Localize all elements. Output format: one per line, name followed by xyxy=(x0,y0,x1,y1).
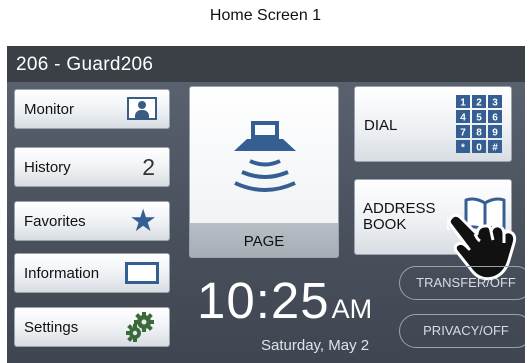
dial-label: DIAL xyxy=(364,117,398,134)
keypad-key-label: # xyxy=(492,143,498,154)
settings-label: Settings xyxy=(24,319,79,336)
page-label: PAGE xyxy=(190,223,338,257)
title-bar: 206 - Guard206 xyxy=(7,46,525,82)
keypad-key-label: 0 xyxy=(476,143,482,154)
information-button[interactable]: Information xyxy=(14,253,170,293)
keypad-key-label: 4 xyxy=(460,113,466,124)
favorites-button[interactable]: Favorites ★ xyxy=(14,201,170,241)
keypad-key-label: * xyxy=(461,143,465,154)
paging-speaker-icon xyxy=(234,121,296,192)
monitor-label: Monitor xyxy=(24,101,75,118)
monitor-icon xyxy=(127,97,157,120)
information-label: Information xyxy=(24,265,100,282)
privacy-status-button[interactable]: PRIVACY/OFF xyxy=(399,314,525,348)
keypad-key-label: 5 xyxy=(476,113,482,124)
keypad-key-label: 8 xyxy=(476,128,482,139)
gear-icon xyxy=(126,312,154,342)
keypad-key-label: 2 xyxy=(476,98,482,109)
settings-button[interactable]: Settings xyxy=(14,307,170,347)
history-button[interactable]: History 2 xyxy=(14,147,170,187)
keypad-key-label: 7 xyxy=(460,128,466,139)
monitor-button[interactable]: Monitor xyxy=(14,89,170,129)
address-book-label-line2: BOOK xyxy=(363,216,407,233)
keypad-key-label: 6 xyxy=(492,113,498,124)
figure-caption: Home Screen 1 xyxy=(209,7,322,24)
address-book-label-line1: ADDRESS xyxy=(363,200,436,217)
keypad-key-label: 9 xyxy=(492,128,498,139)
clock: 10:25AM xyxy=(197,271,372,330)
dial-button[interactable]: DIAL 1 2 3 4 5 6 7 8 9 * 0 # xyxy=(354,86,512,162)
star-icon: ★ xyxy=(129,203,157,238)
page-button[interactable]: PAGE xyxy=(189,86,339,258)
transfer-status-button[interactable]: TRANSFER/OFF xyxy=(399,266,525,300)
keypad-key-label: 1 xyxy=(460,98,466,109)
information-icon xyxy=(125,262,159,284)
keypad-key-label: 3 xyxy=(492,98,498,109)
station-name: 206 - Guard206 xyxy=(16,54,154,75)
history-count: 2 xyxy=(142,154,155,180)
intercom-screen: 206 - Guard206 Monitor History 2 Favorit… xyxy=(7,46,525,363)
clock-date: Saturday, May 2 xyxy=(261,337,370,354)
history-label: History xyxy=(24,159,71,176)
keypad-icon: 1 2 3 4 5 6 7 8 9 * 0 # xyxy=(456,95,502,154)
favorites-label: Favorites xyxy=(24,213,86,230)
clock-time: 10:25 xyxy=(197,272,330,329)
address-book-label: ADDRESS BOOK xyxy=(363,201,453,233)
clock-ampm: AM xyxy=(331,294,373,324)
